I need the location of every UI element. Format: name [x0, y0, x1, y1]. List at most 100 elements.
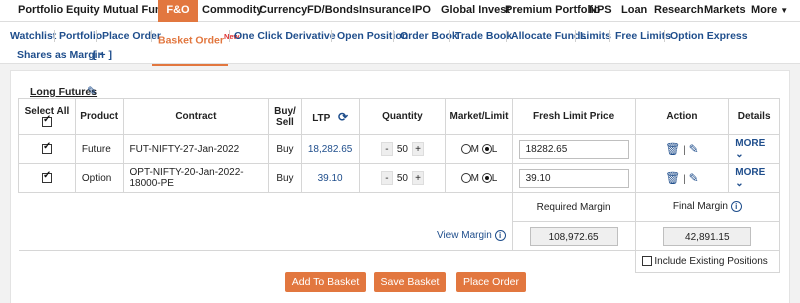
edit-icon[interactable]: ✎	[689, 171, 699, 185]
chevron-down-icon: ⌄	[735, 178, 744, 189]
nav-premium-portfolio[interactable]: Premium Portfolio	[505, 0, 600, 22]
decrease-quantity-button[interactable]: -	[380, 171, 393, 185]
quantity-value[interactable]: 50	[397, 144, 408, 155]
edit-basket-name-icon[interactable]: ✎	[87, 84, 97, 98]
details-header: Details	[728, 98, 780, 135]
tab-limits[interactable]: Limits	[580, 30, 611, 43]
buy-sell-header-line1: Buy/	[274, 105, 296, 117]
contract-cell: FUT-NIFTY-27-Jan-2022	[122, 134, 270, 164]
select-all-header[interactable]: Select All	[18, 98, 76, 135]
market-radio[interactable]	[460, 172, 471, 183]
tab-open-position[interactable]: Open Position	[337, 30, 408, 43]
quantity-value[interactable]: 50	[397, 173, 408, 184]
nav-equity[interactable]: Equity	[66, 0, 100, 22]
price-cell	[511, 163, 636, 193]
nav-fd-bonds[interactable]: FD/Bonds	[307, 0, 359, 22]
limit-radio-label: L	[491, 172, 498, 184]
decrease-quantity-button[interactable]: -	[380, 142, 393, 156]
nav-ipo[interactable]: IPO	[412, 0, 431, 22]
nav-research[interactable]: Research	[654, 0, 704, 22]
nav-fno[interactable]: F&O	[158, 0, 198, 22]
margin-labels-row: Required Margin Final Margin i	[18, 192, 781, 222]
nav-portfolio[interactable]: Portfolio	[18, 0, 63, 22]
sub-navigation: Watchlist Portfolio Place Order Basket O…	[0, 22, 800, 66]
market-radio[interactable]	[460, 143, 471, 154]
market-radio-label: M	[470, 172, 479, 184]
table-row: Future FUT-NIFTY-27-Jan-2022 Buy 18,282.…	[18, 134, 780, 164]
market-radio-label: M	[470, 143, 479, 155]
edit-icon[interactable]: ✎	[689, 142, 699, 156]
tab-basket-order-label: Basket Order	[158, 34, 224, 47]
info-icon[interactable]: i	[730, 201, 742, 213]
tab-place-order[interactable]: Place Order	[102, 30, 161, 43]
refresh-icon[interactable]: ⟳	[338, 110, 348, 124]
increase-quantity-button[interactable]: +	[411, 142, 424, 156]
save-basket-button[interactable]: Save Basket	[374, 272, 446, 292]
active-tab-underline	[152, 64, 228, 66]
more-details-link[interactable]: MORE ⌄	[735, 167, 765, 189]
limit-price-input[interactable]	[518, 168, 629, 188]
add-tab-button[interactable]: [ + ]	[93, 49, 112, 62]
nav-currency[interactable]: Currency	[259, 0, 307, 22]
table-row: Option OPT-NIFTY-20-Jan-2022-18000-PE Bu…	[18, 163, 780, 193]
market-limit-cell: M L	[445, 163, 513, 193]
action-cell: 🗑 | ✎	[634, 163, 730, 193]
row-select-cell	[18, 163, 76, 193]
place-order-button[interactable]: Place Order	[456, 272, 526, 292]
required-margin-value: 108,972.65	[529, 226, 618, 246]
table-header: Select All Product Contract Buy/Sell LTP…	[18, 98, 780, 135]
tab-trade-book[interactable]: Trade Book	[455, 30, 512, 43]
limit-price-input[interactable]	[518, 139, 629, 159]
nav-more[interactable]: More ▼	[751, 0, 788, 22]
quantity-cell: -50 +	[358, 163, 447, 193]
nav-loan[interactable]: Loan	[621, 0, 647, 22]
limit-radio[interactable]	[481, 143, 492, 154]
final-margin-value: 42,891.15	[663, 226, 752, 246]
include-existing-checkbox[interactable]	[641, 256, 652, 267]
limit-radio[interactable]	[481, 172, 492, 183]
final-margin-label: Final Margin	[672, 201, 728, 213]
buy-sell-header: Buy/Sell	[268, 98, 302, 135]
tab-one-click-derivative[interactable]: One Click Derivative	[234, 30, 336, 43]
required-margin-cell: 108,972.65	[511, 221, 636, 251]
margin-values-row: View Margin i 108,972.65 42,891.15	[18, 221, 781, 251]
tab-shares-as-margin[interactable]: Shares as Margin	[17, 49, 104, 62]
select-all-checkbox[interactable]	[41, 114, 52, 127]
top-navigation: Portfolio Equity Mutual Funds F&O Commod…	[0, 0, 800, 22]
delete-icon[interactable]: 🗑	[665, 171, 680, 185]
product-header: Product	[74, 98, 124, 135]
quantity-header: Quantity	[358, 98, 447, 135]
tab-option-express[interactable]: Option Express	[670, 30, 748, 43]
more-label: MORE	[735, 138, 766, 149]
ltp-label: LTP	[312, 112, 331, 124]
add-to-basket-button[interactable]: Add To Basket	[285, 272, 366, 292]
more-label: MORE	[735, 167, 766, 178]
details-cell: MORE ⌄	[728, 163, 780, 193]
view-margin-cell: View Margin i	[18, 221, 513, 251]
nav-global-invest[interactable]: Global Invest	[441, 0, 510, 22]
row-select-cell	[18, 134, 76, 164]
increase-quantity-button[interactable]: +	[411, 171, 424, 185]
view-margin-link[interactable]: View Margin	[437, 230, 492, 241]
tab-watchlist[interactable]: Watchlist	[10, 30, 56, 43]
row-checkbox[interactable]	[41, 141, 52, 154]
tab-free-limits[interactable]: Free Limits	[615, 30, 671, 43]
quantity-cell: -50 +	[358, 134, 447, 164]
ltp-header: LTP ⟳	[300, 98, 360, 135]
market-limit-header: Market/Limit	[445, 98, 513, 135]
more-details-link[interactable]: MORE ⌄	[735, 138, 765, 160]
include-existing-cell: Include Existing Positions	[634, 250, 781, 273]
contract-header: Contract	[122, 98, 270, 135]
nav-insurance[interactable]: Insurance	[359, 0, 411, 22]
nav-nps[interactable]: NPS	[589, 0, 612, 22]
nav-markets[interactable]: Markets	[704, 0, 746, 22]
nav-commodity[interactable]: Commodity	[202, 0, 263, 22]
tab-basket-order[interactable]: Basket OrderNew	[158, 30, 239, 48]
info-icon[interactable]: i	[494, 230, 506, 242]
delete-icon[interactable]: 🗑	[665, 142, 680, 156]
price-cell	[511, 134, 636, 164]
basket-table: Select All Product Contract Buy/Sell LTP…	[18, 98, 781, 273]
row-checkbox[interactable]	[41, 170, 52, 183]
required-margin-label: Required Margin	[511, 192, 636, 222]
buy-sell-header-line2: Sell	[276, 116, 294, 128]
